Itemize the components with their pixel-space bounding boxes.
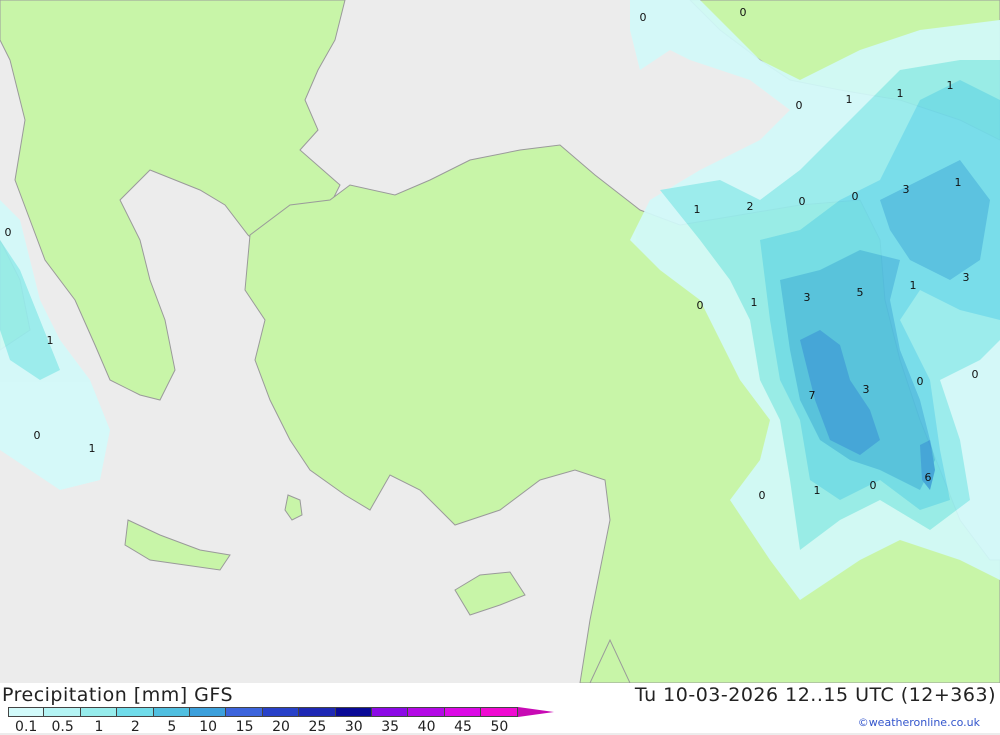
precipitation-map: 0 0 0 1 1 1 1 2 0 0 3 1 0 0 1 3 5 1 3 1 7 3 0 0 0 1 0 1 0 6 — [0, 0, 1000, 683]
legend-swatch — [190, 707, 227, 717]
value-label: 0 — [796, 99, 803, 112]
legend-swatch — [262, 707, 300, 717]
legend-swatch — [226, 707, 263, 717]
value-label: 3 — [963, 271, 970, 284]
value-label: 1 — [47, 334, 54, 347]
legend-swatch — [153, 707, 190, 717]
map-title: Precipitation [mm] GFS — [2, 684, 234, 706]
legend-swatch — [299, 707, 336, 717]
legend-swatch — [8, 707, 45, 717]
value-label: 1 — [897, 87, 904, 100]
legend-swatch — [372, 707, 409, 717]
value-label: 2 — [747, 200, 754, 213]
value-label: 1 — [947, 79, 954, 92]
value-label: 0 — [852, 190, 859, 203]
value-label: 0 — [759, 489, 766, 502]
value-label: 0 — [972, 368, 979, 381]
legend-swatch — [80, 707, 118, 717]
value-label: 1 — [751, 296, 758, 309]
value-label: 0 — [34, 429, 41, 442]
value-label: 0 — [740, 6, 747, 19]
value-label: 6 — [925, 471, 932, 484]
map-footer: Precipitation [mm] GFS Tu 10-03-2026 12.… — [0, 683, 1000, 735]
legend-swatch — [44, 707, 81, 717]
legend-swatch — [444, 707, 482, 717]
value-label: 5 — [857, 286, 864, 299]
value-label: 0 — [917, 375, 924, 388]
value-label: 0 — [697, 299, 704, 312]
value-label: 0 — [640, 11, 647, 24]
credit-link[interactable]: ©weatheronline.co.uk — [858, 716, 980, 729]
value-label: 1 — [910, 279, 917, 292]
valid-time: Tu 10-03-2026 12..15 UTC (12+363) — [634, 684, 996, 706]
value-label: 7 — [809, 389, 816, 402]
legend-swatch — [517, 707, 554, 717]
value-label: 3 — [863, 383, 870, 396]
value-label: 0 — [799, 195, 806, 208]
legend-swatch — [117, 707, 154, 717]
value-label: 3 — [804, 291, 811, 304]
legend-swatch — [481, 707, 518, 717]
legend-swatch — [408, 707, 445, 717]
value-label: 1 — [814, 484, 821, 497]
value-label: 0 — [5, 226, 12, 239]
legend-swatch — [335, 707, 372, 717]
value-label: 1 — [846, 93, 853, 106]
value-label: 1 — [955, 176, 962, 189]
value-label: 0 — [870, 479, 877, 492]
value-label: 3 — [903, 183, 910, 196]
value-label: 1 — [694, 203, 701, 216]
value-label: 1 — [89, 442, 96, 455]
